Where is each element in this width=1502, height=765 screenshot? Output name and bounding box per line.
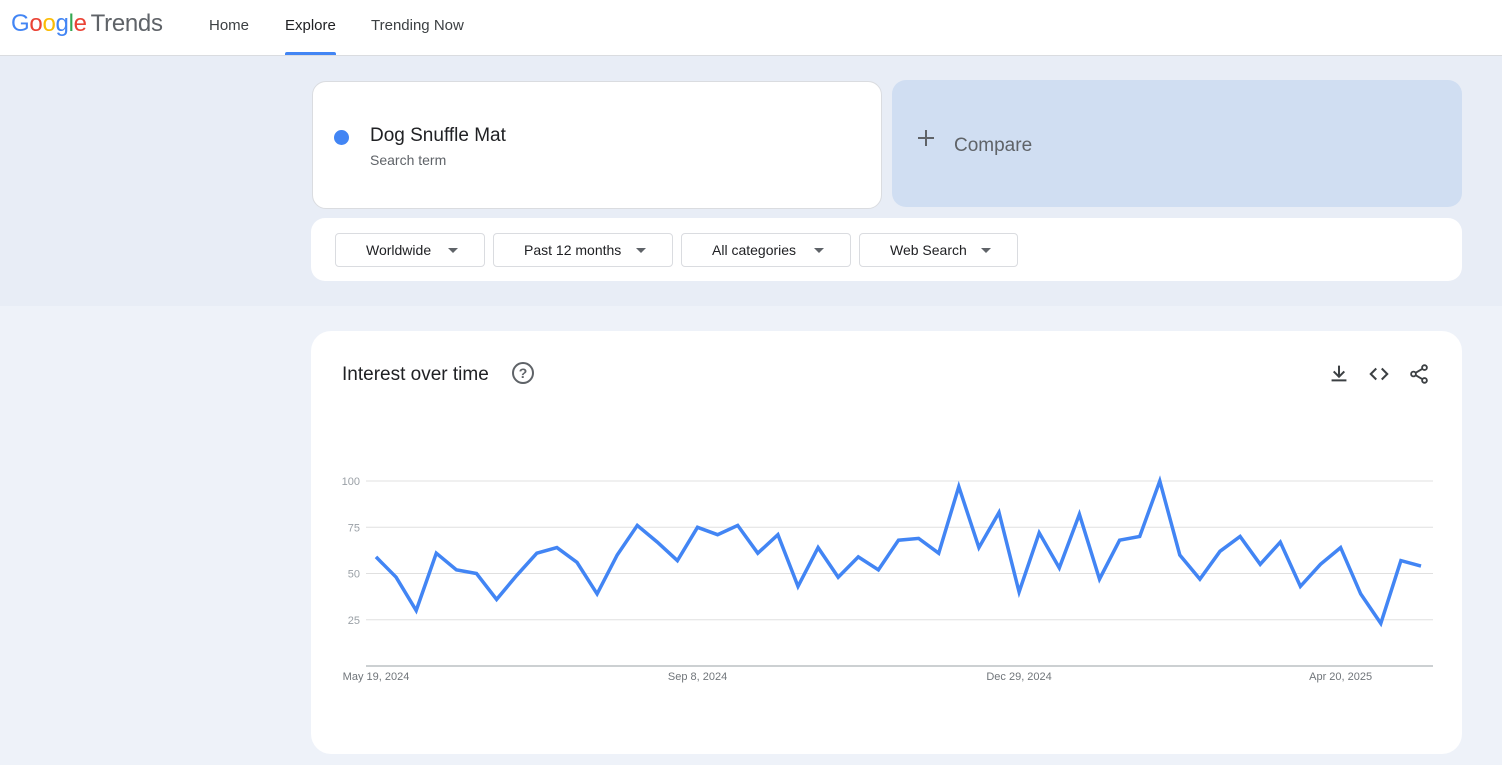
region-dropdown[interactable]: Worldwide: [335, 233, 485, 267]
search-term-name[interactable]: Dog Snuffle Mat: [370, 125, 506, 147]
logo-letter: o: [29, 10, 43, 37]
x-tick-label: Apr 20, 2025: [1309, 671, 1372, 683]
logo-letter: o: [42, 10, 56, 37]
interest-over-time-panel: Interest over time ? 25 50 75 100 May 19, 20…: [311, 331, 1462, 754]
dropdown-arrow-icon: [636, 248, 646, 253]
nav-home-label: Home: [209, 17, 250, 34]
active-tab-indicator: [285, 52, 336, 55]
category-value: All categories: [712, 242, 797, 258]
x-tick-label: Dec 29, 2024: [986, 671, 1051, 683]
category-dropdown[interactable]: All categories: [681, 233, 851, 267]
logo-letter: G: [11, 10, 30, 37]
plus-icon: [918, 130, 934, 146]
time-range-dropdown[interactable]: Past 12 months: [493, 233, 673, 267]
google-trends-logo[interactable]: Google Trends: [11, 10, 163, 38]
dropdown-arrow-icon: [448, 248, 458, 253]
logo-letter: e: [73, 10, 87, 37]
y-tick-label: 25: [348, 615, 360, 627]
search-type-value: Web Search: [890, 242, 967, 258]
top-bar: Google Trends Home Explore Trending Now: [0, 0, 1502, 56]
x-tick-label: May 19, 2024: [343, 671, 410, 683]
x-tick-label: Sep 8, 2024: [668, 671, 727, 683]
nav-explore-label: Explore: [285, 17, 336, 34]
y-tick-label: 50: [348, 569, 360, 581]
logo-product-name: Trends: [90, 10, 163, 37]
compare-label: Compare: [954, 135, 1033, 156]
compare-button[interactable]: Compare: [892, 80, 1462, 207]
region-value: Worldwide: [366, 242, 432, 258]
term-color-dot: [334, 130, 349, 145]
search-term-type: Search term: [370, 152, 447, 168]
interest-line-chart: 25 50 75 100 May 19, 2024 Sep 8, 2024 Dec 29, …: [342, 475, 1433, 683]
nav-trending-now-label: Trending Now: [371, 17, 464, 34]
nav-explore[interactable]: Explore: [285, 0, 336, 55]
y-tick-label: 100: [342, 476, 360, 488]
dropdown-arrow-icon: [814, 248, 824, 253]
dropdown-arrow-icon: [981, 248, 991, 253]
filter-bar: Worldwide Past 12 months All categories …: [311, 218, 1462, 281]
time-range-value: Past 12 months: [524, 242, 622, 258]
y-tick-label: 75: [348, 522, 360, 534]
logo-letter: g: [55, 10, 69, 37]
nav-trending-now[interactable]: Trending Now: [371, 0, 464, 55]
nav-home[interactable]: Home: [209, 0, 249, 55]
search-type-dropdown[interactable]: Web Search: [859, 233, 1018, 267]
series-line: [374, 475, 1422, 628]
search-term-card[interactable]: Dog Snuffle Mat Search term: [312, 81, 882, 209]
